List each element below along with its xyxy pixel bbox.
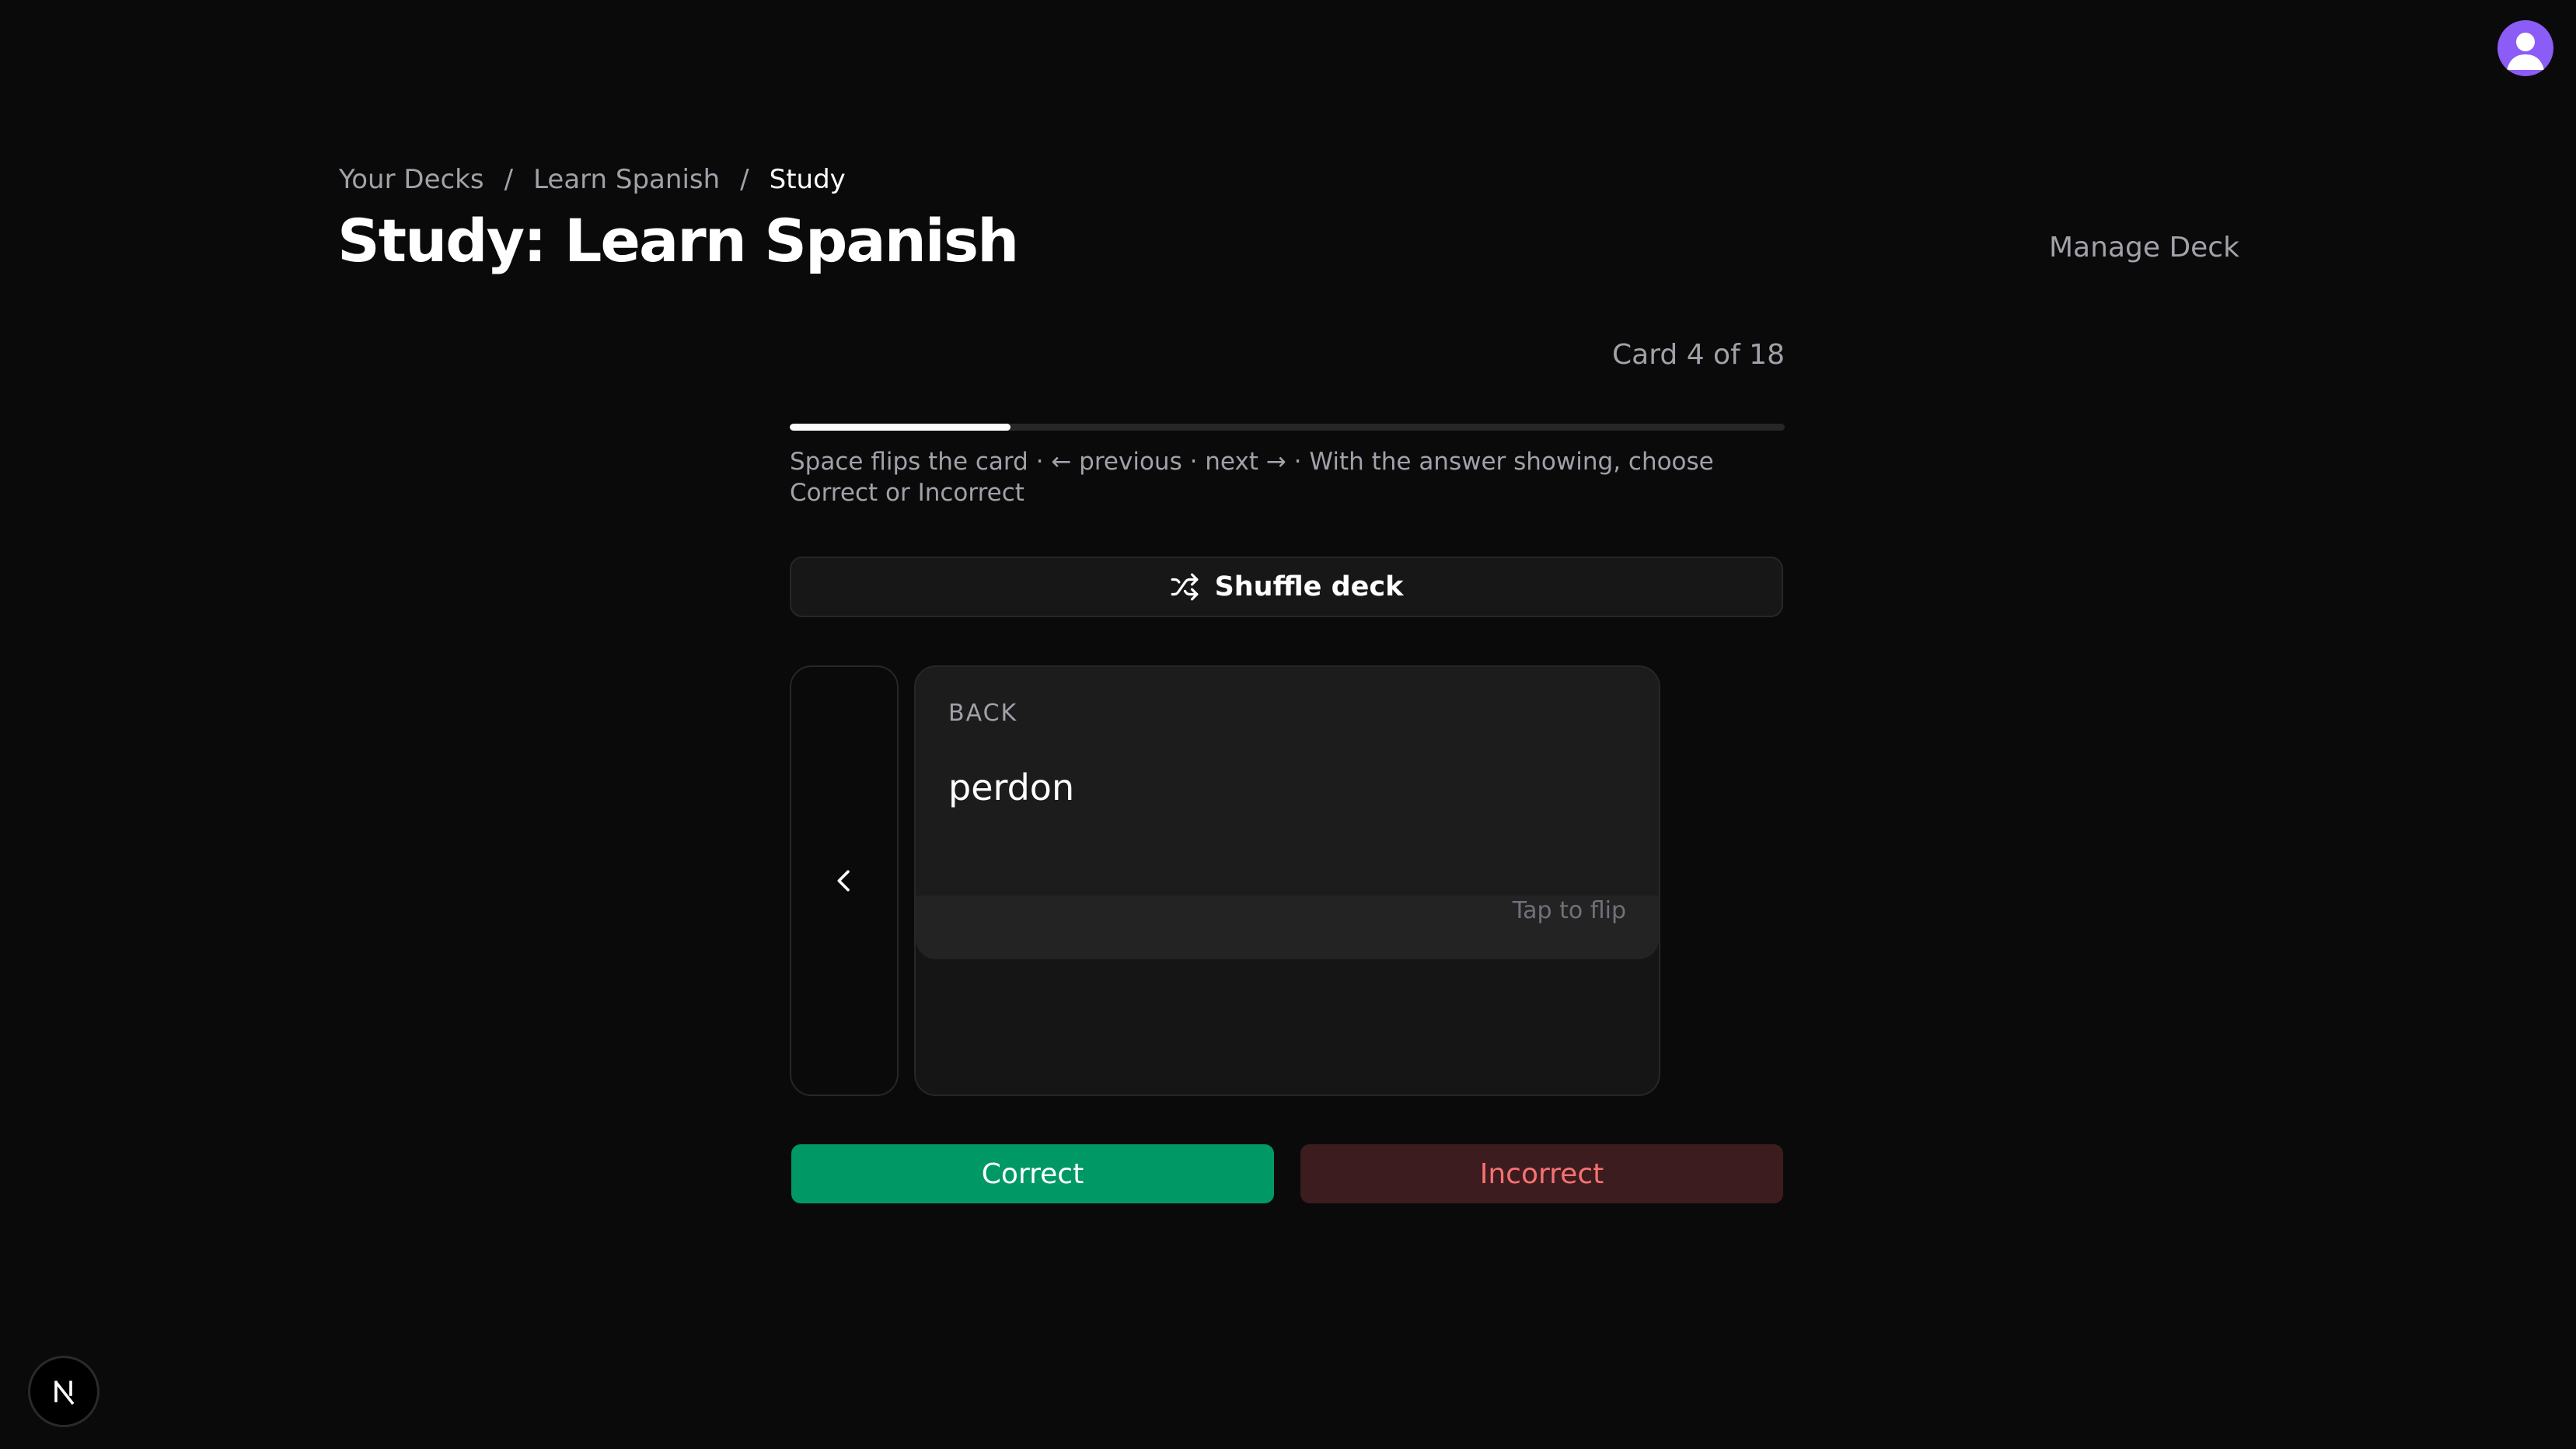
keyboard-hint: Space flips the card · ← previous · next… [790,448,1714,507]
manage-deck-link[interactable]: Manage Deck [2049,232,2239,264]
incorrect-button[interactable]: Incorrect [1300,1144,1783,1203]
previous-card-button[interactable] [790,665,899,1096]
nextjs-dev-badge[interactable] [28,1356,99,1427]
flashcard[interactable]: BACK perdon Tap to flip [914,665,1660,1096]
shuffle-icon [1171,573,1198,601]
breadcrumb-separator: / [740,164,749,195]
shuffle-deck-label: Shuffle deck [1214,571,1404,602]
card-counter: Card 4 of 18 [1612,339,1785,371]
flashcard-face: BACK perdon Tap to flip [916,667,1659,959]
breadcrumb-your-decks[interactable]: Your Decks [339,164,484,195]
chevron-left-icon [837,870,850,892]
study-progress-fill [790,424,1011,431]
correct-button[interactable]: Correct [791,1144,1274,1203]
page-title: Study: Learn Spanish [337,206,1019,275]
card-side-label: BACK [948,700,1018,727]
study-progress-bar [790,424,1785,431]
study-page: Your Decks / Learn Spanish / Study Study… [0,0,2576,1449]
tap-to-flip-hint: Tap to flip [1512,897,1626,924]
user-avatar-icon [2507,33,2544,70]
breadcrumb-learn-spanish[interactable]: Learn Spanish [533,164,720,195]
nextjs-logo-icon [54,1381,75,1405]
shuffle-deck-button[interactable]: Shuffle deck [790,557,1783,617]
breadcrumb-current: Study [769,164,846,195]
user-avatar[interactable] [2497,20,2553,76]
card-answer-text: perdon [948,766,1075,808]
breadcrumb: Your Decks / Learn Spanish / Study [339,160,846,199]
breadcrumb-separator: / [504,164,514,195]
